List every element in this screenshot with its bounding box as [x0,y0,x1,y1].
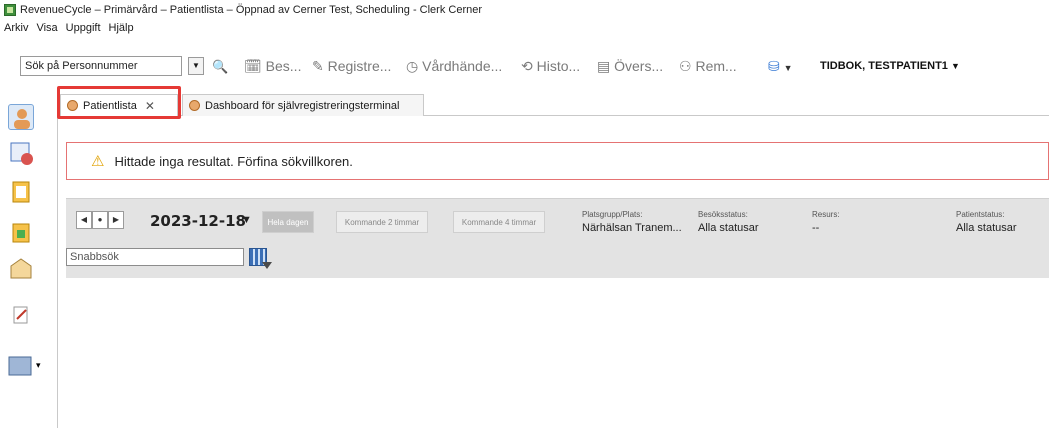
chevron-down-icon: ▼ [951,61,960,71]
envelope-icon[interactable] [8,256,34,282]
app-icon [4,4,16,16]
left-sidebar: ▾ [0,90,58,428]
patient-icon [189,100,200,111]
overview-icon: ▤ [597,58,611,74]
history-icon: ⟲ [521,58,533,74]
menu-uppgift[interactable]: Uppgift [66,22,101,34]
no-results-alert: ⚠ Hittade inga resultat. Förfina sökvill… [66,142,1049,180]
tab-dashboard[interactable]: Dashboard för självregistreringsterminal [182,94,424,116]
window-title: RevenueCycle – Primärvård – Patientlista… [20,4,483,16]
date-value[interactable]: 2023-12-18 [150,212,246,230]
toolbar-item-vardhande[interactable]: ◷ Vårdhände... [406,58,502,75]
range-2h[interactable]: Kommande 2 timmar [336,211,428,233]
search-icon[interactable]: 🔍 [212,59,228,75]
quicksearch-input[interactable]: Snabbsök [66,248,244,266]
people-icon: ⛁ [768,58,780,74]
alert-message: Hittade inga resultat. Förfina sökvillko… [114,153,353,169]
toolbar-item-histo[interactable]: ⟲ Histo... [521,58,580,75]
pen-icon: ✎ [312,58,324,74]
referral-icon: ⚇ [679,58,692,74]
filter-bar: ◀ ● ▶ 2023-12-18 ▼ Hela dagen Kommande 2… [66,198,1049,278]
patient-selector[interactable]: TIDBOK, TESTPATIENT1 ▼ [820,60,960,72]
date-nav: ◀ ● ▶ [76,211,124,229]
clock-icon: ◷ [406,58,419,74]
funnel-icon [262,262,272,269]
today-button[interactable]: ● [92,211,108,229]
menu-bar: Arkiv Visa Uppgift Hjälp [0,20,142,36]
patient-list-area [66,278,1049,428]
clipboard-icon[interactable] [8,178,34,204]
menu-visa[interactable]: Visa [36,22,57,34]
range-hela-dagen[interactable]: Hela dagen [262,211,314,233]
platsgrupp-value[interactable]: Närhälsan Tranem... [582,222,682,234]
warning-icon: ⚠ [91,153,105,170]
menu-arkiv[interactable]: Arkiv [4,22,28,34]
besoksstatus-value[interactable]: Alla statusar [698,222,759,234]
toolbar-item-registre[interactable]: ✎ Registre... [312,58,391,75]
menu-hjalp[interactable]: Hjälp [109,22,134,34]
person-search-input[interactable]: Sök på Personnummer [20,56,182,76]
toolbar-item-overs[interactable]: ▤ Övers... [597,58,663,75]
next-day-button[interactable]: ▶ [108,211,124,229]
title-bar: RevenueCycle – Primärvård – Patientlista… [0,0,1049,20]
patient-list-icon[interactable] [8,104,34,130]
patientstatus-label: Patientstatus: [956,210,1005,219]
toolbar: Sök på Personnummer ▼ 🔍 🗓 Bes... ✎ Regis… [0,46,1049,82]
svg-text:▾: ▾ [36,361,41,371]
calendar-clock-icon[interactable] [8,140,34,166]
search-type-dropdown[interactable]: ▼ [188,57,204,75]
besoksstatus-label: Besöksstatus: [698,210,748,219]
toolbar-item-rem[interactable]: ⚇ Rem... [679,58,737,75]
resurs-value[interactable]: -- [812,222,819,234]
calendar-icon: 🗓 [244,58,262,74]
platsgrupp-label: Platsgrupp/Plats: [582,210,643,219]
switch-patient-button[interactable]: ⛁ ▼ [768,58,793,75]
building-icon[interactable]: ▾ [6,352,46,378]
highlight-frame [57,86,181,119]
prev-day-button[interactable]: ◀ [76,211,92,229]
patientstatus-value[interactable]: Alla statusar [956,222,1017,234]
resurs-label: Resurs: [812,210,840,219]
tab-bar: Patientlista ✕ Dashboard för självregist… [58,90,1049,116]
export-icon[interactable] [8,218,34,244]
chevron-down-icon[interactable]: ▼ [241,214,252,226]
document-pen-icon[interactable] [10,304,36,330]
range-4h[interactable]: Kommande 4 timmar [453,211,545,233]
toolbar-item-bes[interactable]: 🗓 Bes... [244,58,301,75]
